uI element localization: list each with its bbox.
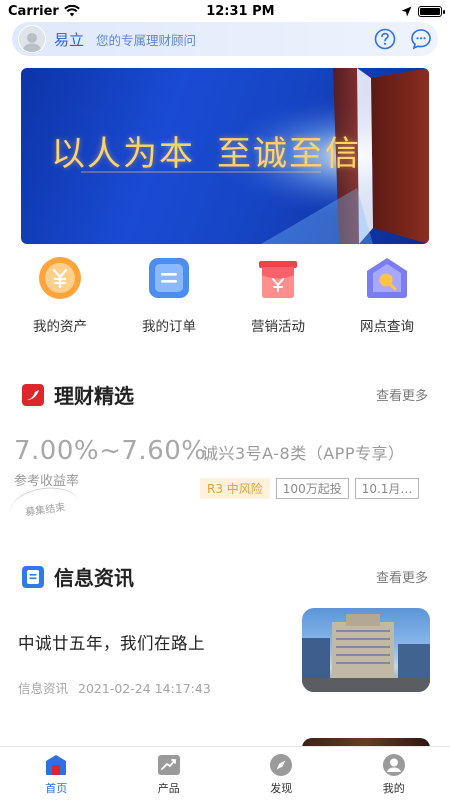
news-thumbnail[interactable] bbox=[302, 608, 430, 692]
chat-icon[interactable] bbox=[410, 28, 432, 50]
news-section-header: 信息资讯 查看更多 bbox=[22, 562, 428, 591]
banner-slogan-right: 至诚至信 bbox=[217, 134, 361, 174]
banner-slogan: 以人为本 至诚至信 bbox=[51, 126, 361, 175]
quick-menu-label: 网点查询 bbox=[360, 319, 414, 335]
tab-bar: 首页 产品 发现 我的 bbox=[0, 746, 450, 800]
location-arrow-icon bbox=[401, 6, 412, 16]
quick-menu: 我的资产 我的订单 营销活动 网点查询 bbox=[0, 255, 450, 345]
news-meta: 信息资讯 2021-02-24 14:17:43 bbox=[18, 678, 211, 697]
tab-label: 我的 bbox=[382, 782, 405, 795]
carrier-label: Carrier bbox=[8, 3, 59, 19]
help-icon[interactable] bbox=[374, 28, 396, 50]
profile-icon bbox=[382, 754, 405, 776]
advisor-subtitle: 您的专属理财顾问 bbox=[96, 32, 197, 48]
promotion-icon bbox=[255, 255, 301, 301]
avatar-silhouette-icon bbox=[22, 33, 42, 52]
tab-label: 产品 bbox=[157, 782, 180, 795]
product-card[interactable]: 7.00%~7.60% 参考收益率 募集结束 诚兴3号A-8类（APP专享） R… bbox=[7, 436, 434, 533]
finance-section-header: 理财精选 查看更多 bbox=[22, 380, 428, 409]
finance-brand-icon bbox=[22, 383, 44, 406]
status-stamp: 募集结束 bbox=[7, 483, 83, 533]
tab-products[interactable]: 产品 bbox=[113, 747, 226, 800]
tab-discover[interactable]: 发现 bbox=[225, 747, 338, 800]
quick-menu-promotions[interactable]: 营销活动 bbox=[226, 255, 330, 345]
branch-search-icon bbox=[364, 255, 410, 301]
tab-label: 首页 bbox=[45, 782, 68, 795]
risk-tag: R3 中风险 bbox=[200, 478, 270, 499]
product-tags: R3 中风险 100万起投 10.1月… bbox=[200, 478, 420, 499]
news-more-link[interactable]: 查看更多 bbox=[376, 567, 428, 586]
quick-menu-branch-search[interactable]: 网点查询 bbox=[335, 255, 439, 345]
home-icon bbox=[46, 755, 67, 775]
advisor-header[interactable]: 易立 您的专属理财顾问 bbox=[12, 22, 438, 56]
section-title: 理财精选 bbox=[54, 384, 134, 408]
assets-icon bbox=[37, 255, 83, 301]
clock: 12:31 PM bbox=[206, 3, 275, 19]
hero-banner[interactable]: 以人为本 至诚至信 bbox=[21, 68, 429, 244]
news-title: 中诚廿五年，我们在路上 bbox=[18, 634, 205, 653]
quick-menu-my-orders[interactable]: 我的订单 bbox=[117, 255, 221, 345]
orders-icon bbox=[146, 255, 192, 301]
news-date: 2021-02-24 14:17:43 bbox=[78, 681, 211, 696]
min-investment-tag: 100万起投 bbox=[275, 478, 349, 499]
quick-menu-label: 营销活动 bbox=[251, 319, 305, 335]
term-tag: 10.1月… bbox=[354, 478, 420, 499]
banner-slogan-left: 以人为本 bbox=[51, 134, 195, 174]
quick-menu-my-assets[interactable]: 我的资产 bbox=[8, 255, 112, 345]
section-title: 信息资讯 bbox=[54, 566, 134, 590]
tab-home[interactable]: 首页 bbox=[0, 747, 113, 800]
news-category: 信息资讯 bbox=[18, 681, 69, 696]
avatar[interactable] bbox=[18, 25, 46, 53]
battery-icon bbox=[417, 5, 445, 17]
product-name: 诚兴3号A-8类（APP专享） bbox=[202, 444, 405, 463]
status-bar: Carrier 12:31 PM bbox=[0, 0, 450, 22]
wifi-icon bbox=[64, 5, 80, 17]
quick-menu-label: 我的资产 bbox=[33, 319, 87, 335]
news-doc-icon bbox=[22, 565, 44, 588]
product-icon bbox=[157, 755, 180, 775]
news-item[interactable]: 中诚廿五年，我们在路上 信息资讯 2021-02-24 14:17:43 bbox=[18, 608, 430, 696]
finance-more-link[interactable]: 查看更多 bbox=[376, 385, 428, 404]
compass-icon bbox=[270, 754, 293, 776]
quick-menu-label: 我的订单 bbox=[142, 319, 196, 335]
tab-mine[interactable]: 我的 bbox=[338, 747, 450, 800]
tab-label: 发现 bbox=[270, 782, 293, 795]
advisor-name: 易立 bbox=[54, 30, 85, 49]
